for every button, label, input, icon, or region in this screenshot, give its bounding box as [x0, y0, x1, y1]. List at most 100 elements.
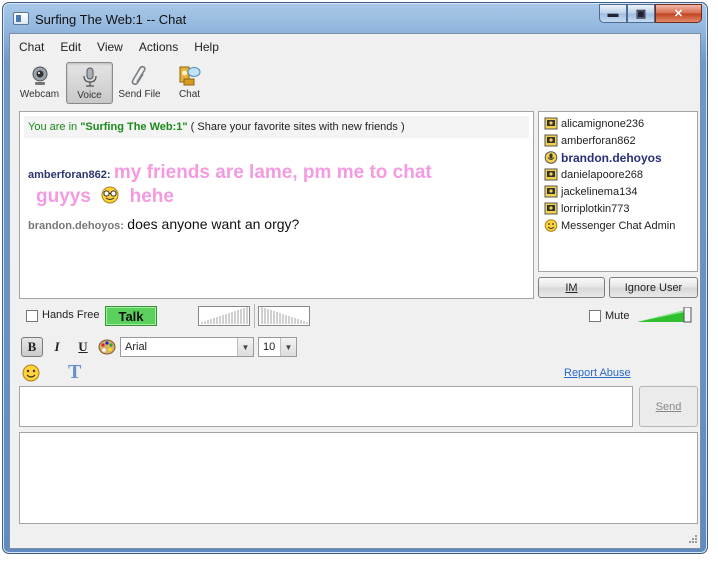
level-bar: [201, 322, 203, 324]
send-file-label: Send File: [118, 89, 161, 100]
toolbar: Webcam Voice Send File Chat: [16, 62, 216, 108]
level-bar: [234, 311, 236, 324]
report-abuse-link[interactable]: Report Abuse: [564, 367, 631, 379]
user-name: amberforan862: [561, 134, 636, 147]
bold-button[interactable]: B: [21, 337, 43, 357]
app-window-icon: [13, 12, 29, 25]
chat-people-icon: [179, 66, 200, 86]
im-button-label: IM: [565, 281, 578, 294]
level-bar: [219, 316, 221, 324]
level-bar: [282, 314, 284, 324]
webcam-user-icon: [544, 117, 558, 130]
output-level-meter: [258, 306, 310, 326]
chevron-down-icon[interactable]: ▼: [237, 338, 253, 356]
talk-button[interactable]: Talk: [105, 306, 157, 326]
send-button[interactable]: Send: [639, 386, 698, 427]
level-bar: [237, 310, 239, 324]
font-family-value: Arial: [125, 341, 148, 353]
menu-edit[interactable]: Edit: [52, 36, 89, 58]
im-button[interactable]: IM: [538, 277, 605, 298]
chat-message: brandon.dehoyos: does anyone want an org…: [28, 216, 299, 232]
lower-panel: [19, 432, 698, 524]
level-bar: [213, 318, 215, 324]
level-bar: [207, 320, 209, 324]
webcam-user-icon: [544, 185, 558, 198]
user-list-item[interactable]: jackelinema134: [539, 183, 697, 200]
smiley-picker-icon[interactable]: [22, 364, 40, 382]
message-nick: amberforan862:: [28, 169, 111, 181]
room-topic: ( Share your favorite sites with new fri…: [187, 121, 405, 133]
webcam-button[interactable]: Webcam: [16, 62, 63, 104]
resize-grip-icon[interactable]: [686, 534, 698, 546]
input-level-bars: [201, 307, 248, 324]
window-controls: ▬ ▣ ✕: [599, 4, 702, 24]
send-file-button[interactable]: Send File: [116, 62, 163, 104]
chat-message-continuation: guyys hehe: [36, 186, 174, 208]
level-bar: [285, 315, 287, 324]
chat-button[interactable]: Chat: [166, 62, 213, 104]
hands-free-checkbox[interactable]: [26, 310, 38, 322]
menu-view[interactable]: View: [89, 36, 131, 58]
level-bar: [297, 319, 299, 324]
close-button[interactable]: ✕: [655, 4, 702, 23]
user-name: lorriplotkin773: [561, 202, 630, 215]
user-list: alicamignone236 amberforan862 brandon.deho…: [538, 111, 698, 272]
underline-button[interactable]: U: [72, 337, 94, 357]
send-button-label: Send: [655, 400, 682, 413]
italic-button[interactable]: I: [46, 337, 68, 357]
user-list-item[interactable]: alicamignone236: [539, 115, 697, 132]
level-bar: [303, 321, 305, 324]
minimize-button[interactable]: ▬: [599, 4, 627, 23]
font-size-select[interactable]: 10 ▼: [258, 337, 297, 357]
chat-message: amberforan862: my friends are lame, pm m…: [28, 162, 508, 184]
level-bar: [291, 317, 293, 324]
user-name: jackelinema134: [561, 185, 638, 198]
level-bar: [240, 309, 242, 324]
webcam-user-icon: [544, 168, 558, 181]
level-bar: [246, 307, 248, 324]
format-toolbar: B I U Arial ▼ 10 ▼: [10, 334, 700, 360]
welcome-prefix: You are in: [28, 121, 81, 133]
message-input[interactable]: [19, 386, 633, 427]
chat-label: Chat: [178, 89, 201, 100]
mute-checkbox[interactable]: [589, 310, 601, 322]
ignore-user-label: Ignore User: [624, 281, 683, 294]
level-bar: [273, 311, 275, 324]
nerd-smiley-icon: [101, 186, 119, 204]
webcam-icon: [32, 66, 47, 85]
user-name: alicamignone236: [561, 117, 645, 130]
text-style-button[interactable]: T: [68, 361, 81, 384]
chat-history-pane[interactable]: You are in "Surfing The Web:1" ( Share y…: [19, 111, 534, 299]
volume-slider[interactable]: [635, 307, 693, 323]
webcam-user-icon: [544, 134, 558, 147]
user-list-item[interactable]: brandon.dehoyos: [539, 149, 697, 166]
menu-actions[interactable]: Actions: [131, 36, 186, 58]
user-list-item[interactable]: danielapoore268: [539, 166, 697, 183]
chevron-down-icon[interactable]: ▼: [280, 338, 296, 356]
color-palette-icon[interactable]: [98, 339, 116, 355]
level-bar: [300, 320, 302, 324]
level-bar: [231, 312, 233, 324]
voice-label: Voice: [77, 90, 102, 101]
user-list-item[interactable]: amberforan862: [539, 132, 697, 149]
message-text-part: guyys: [36, 186, 91, 207]
user-list-item[interactable]: lorriplotkin773: [539, 200, 697, 217]
user-name: danielapoore268: [561, 168, 643, 181]
level-bar: [276, 312, 278, 324]
level-bar: [306, 322, 308, 324]
maximize-button[interactable]: ▣: [627, 4, 655, 23]
menu-bar: Chat Edit View Actions Help: [10, 36, 227, 58]
ignore-user-button[interactable]: Ignore User: [609, 277, 698, 298]
menu-chat[interactable]: Chat: [10, 36, 52, 58]
menu-help[interactable]: Help: [186, 36, 227, 58]
window-title: Surfing The Web:1 -- Chat: [35, 12, 187, 27]
voice-controls: Hands Free Talk Mute: [10, 304, 700, 328]
level-bar: [228, 313, 230, 324]
voice-button[interactable]: Voice: [66, 62, 113, 104]
hands-free-label: Hands Free: [42, 309, 100, 321]
level-bar: [288, 316, 290, 324]
message-text: my friends are lame, pm me to chat: [113, 162, 432, 183]
output-level-bars: [261, 307, 308, 324]
user-list-item[interactable]: Messenger Chat Admin: [539, 217, 697, 234]
font-family-select[interactable]: Arial ▼: [120, 337, 254, 357]
